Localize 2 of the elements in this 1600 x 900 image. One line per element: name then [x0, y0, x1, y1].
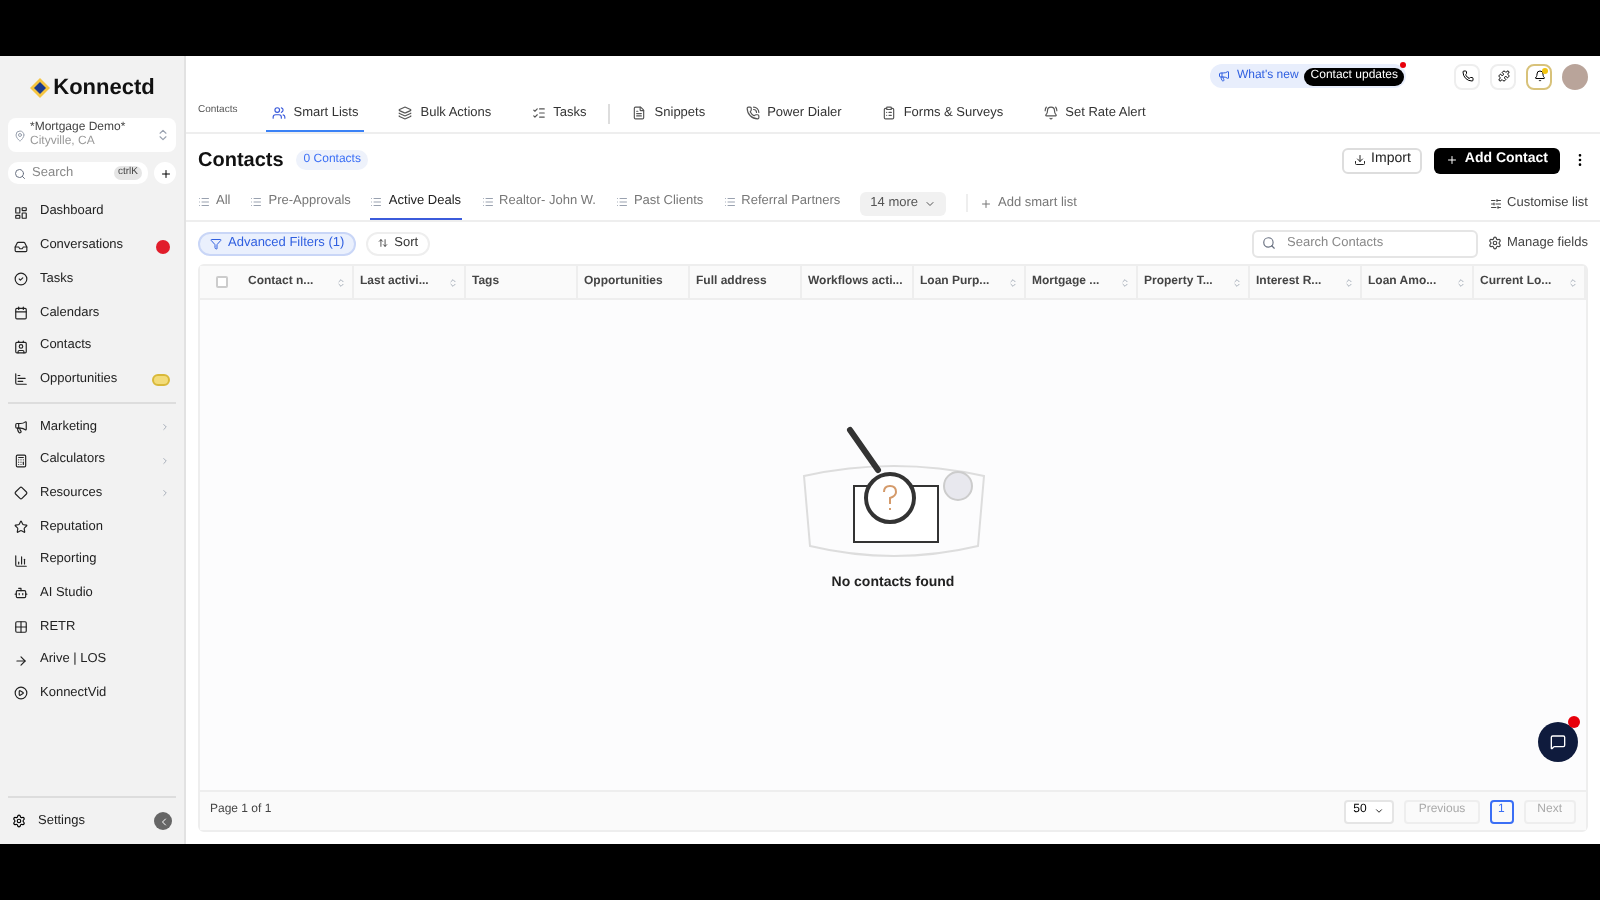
brand-name: Konnectd — [53, 73, 155, 104]
page-title: Contacts — [198, 147, 284, 175]
